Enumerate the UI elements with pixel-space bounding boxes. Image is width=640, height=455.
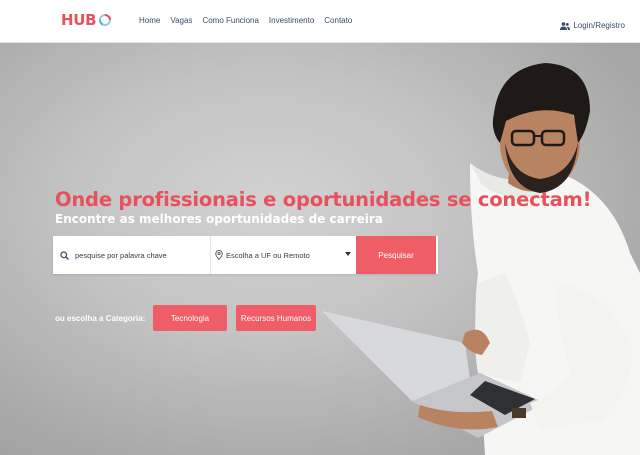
ring-icon: [99, 14, 112, 26]
hero-headline: Onde profissionais e oportunidades se co…: [55, 188, 592, 211]
logo[interactable]: HUB: [61, 11, 112, 29]
category-tecnologia-button[interactable]: Tecnologia: [153, 305, 227, 331]
nav-home[interactable]: Home: [139, 16, 160, 25]
users-icon: [560, 21, 571, 30]
location-selected-value: Escolha a UF ou Remoto: [226, 250, 310, 260]
chevron-down-icon: [345, 252, 351, 256]
category-label: ou escolha a Categoria:: [55, 314, 146, 323]
login-label: Login/Registro: [573, 21, 625, 30]
search-icon: [60, 250, 69, 260]
nav-como-funciona[interactable]: Como Funciona: [202, 16, 258, 25]
hero-subheadline: Encontre as melhores oportunidades de ca…: [55, 212, 383, 226]
login-link[interactable]: Login/Registro: [560, 21, 625, 30]
top-navbar: HUB Home Vagas Como Funciona Investiment…: [0, 0, 640, 43]
main-nav: Home Vagas Como Funciona Investimento Co…: [139, 16, 362, 25]
nav-contato[interactable]: Contato: [324, 16, 352, 25]
search-button[interactable]: Pesquisar: [356, 236, 436, 274]
nav-investimento[interactable]: Investimento: [269, 16, 314, 25]
keyword-search-input[interactable]: pesquise por palavra chave: [53, 236, 211, 274]
hero-section: Onde profissionais e oportunidades se co…: [0, 43, 640, 455]
map-pin-icon: [215, 250, 223, 260]
nav-vagas[interactable]: Vagas: [170, 16, 192, 25]
location-select[interactable]: Escolha a UF ou Remoto: [211, 236, 355, 274]
category-recursos-humanos-button[interactable]: Recursos Humanos: [236, 305, 316, 331]
search-bar: pesquise por palavra chave Escolha a UF …: [53, 236, 438, 274]
keyword-placeholder: pesquise por palavra chave: [75, 250, 167, 260]
logo-text: HUB: [61, 11, 97, 29]
